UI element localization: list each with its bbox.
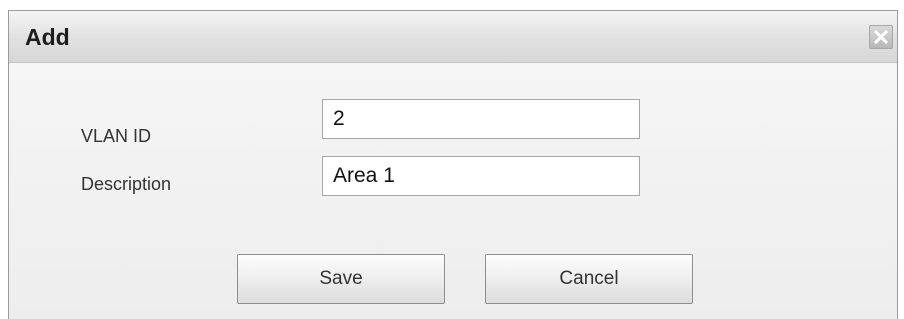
add-vlan-dialog: Add VLAN ID Description Save Cancel xyxy=(8,10,898,319)
description-label: Description xyxy=(81,174,172,194)
dialog-title: Add xyxy=(25,24,70,50)
dialog-title-bar[interactable]: Add xyxy=(9,11,897,63)
vlan-id-input[interactable] xyxy=(322,99,640,139)
save-button[interactable]: Save xyxy=(237,254,445,304)
cancel-button[interactable]: Cancel xyxy=(485,254,693,304)
close-icon xyxy=(874,30,888,44)
close-button[interactable] xyxy=(869,25,893,49)
description-input[interactable] xyxy=(322,156,640,196)
vlan-id-label: VLAN ID xyxy=(81,126,152,146)
